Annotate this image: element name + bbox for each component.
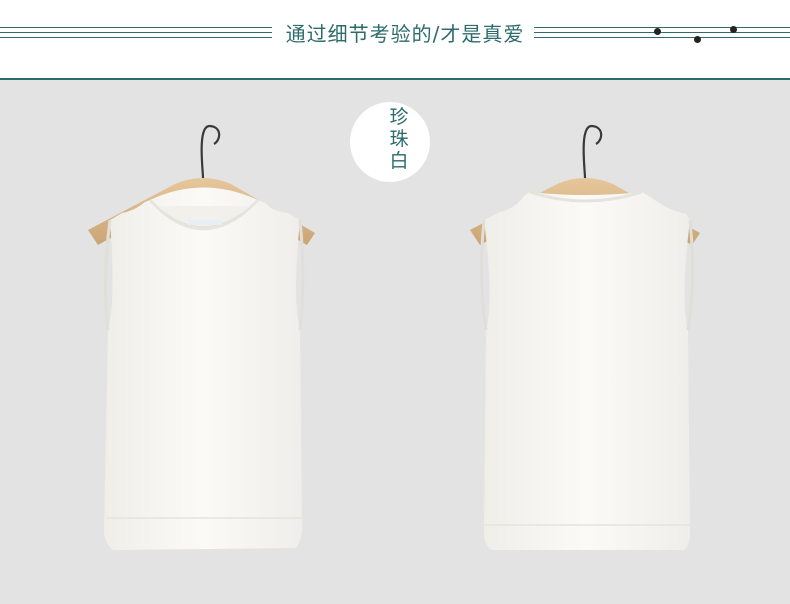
section-header: 通过细节考验的/才是真爱 — [0, 0, 790, 80]
product-detail-section: 通过细节考验的/才是真爱 珍珠白 — [0, 0, 790, 604]
decorative-dots — [648, 20, 748, 50]
decorative-lines-left — [0, 25, 272, 43]
product-photo: 珍珠白 — [0, 80, 790, 604]
back-view-tank-top — [470, 124, 700, 550]
front-view-tank-top — [88, 124, 315, 550]
section-title: 通过细节考验的/才是真爱 — [285, 22, 525, 46]
color-name-label: 珍珠白 — [389, 106, 409, 172]
